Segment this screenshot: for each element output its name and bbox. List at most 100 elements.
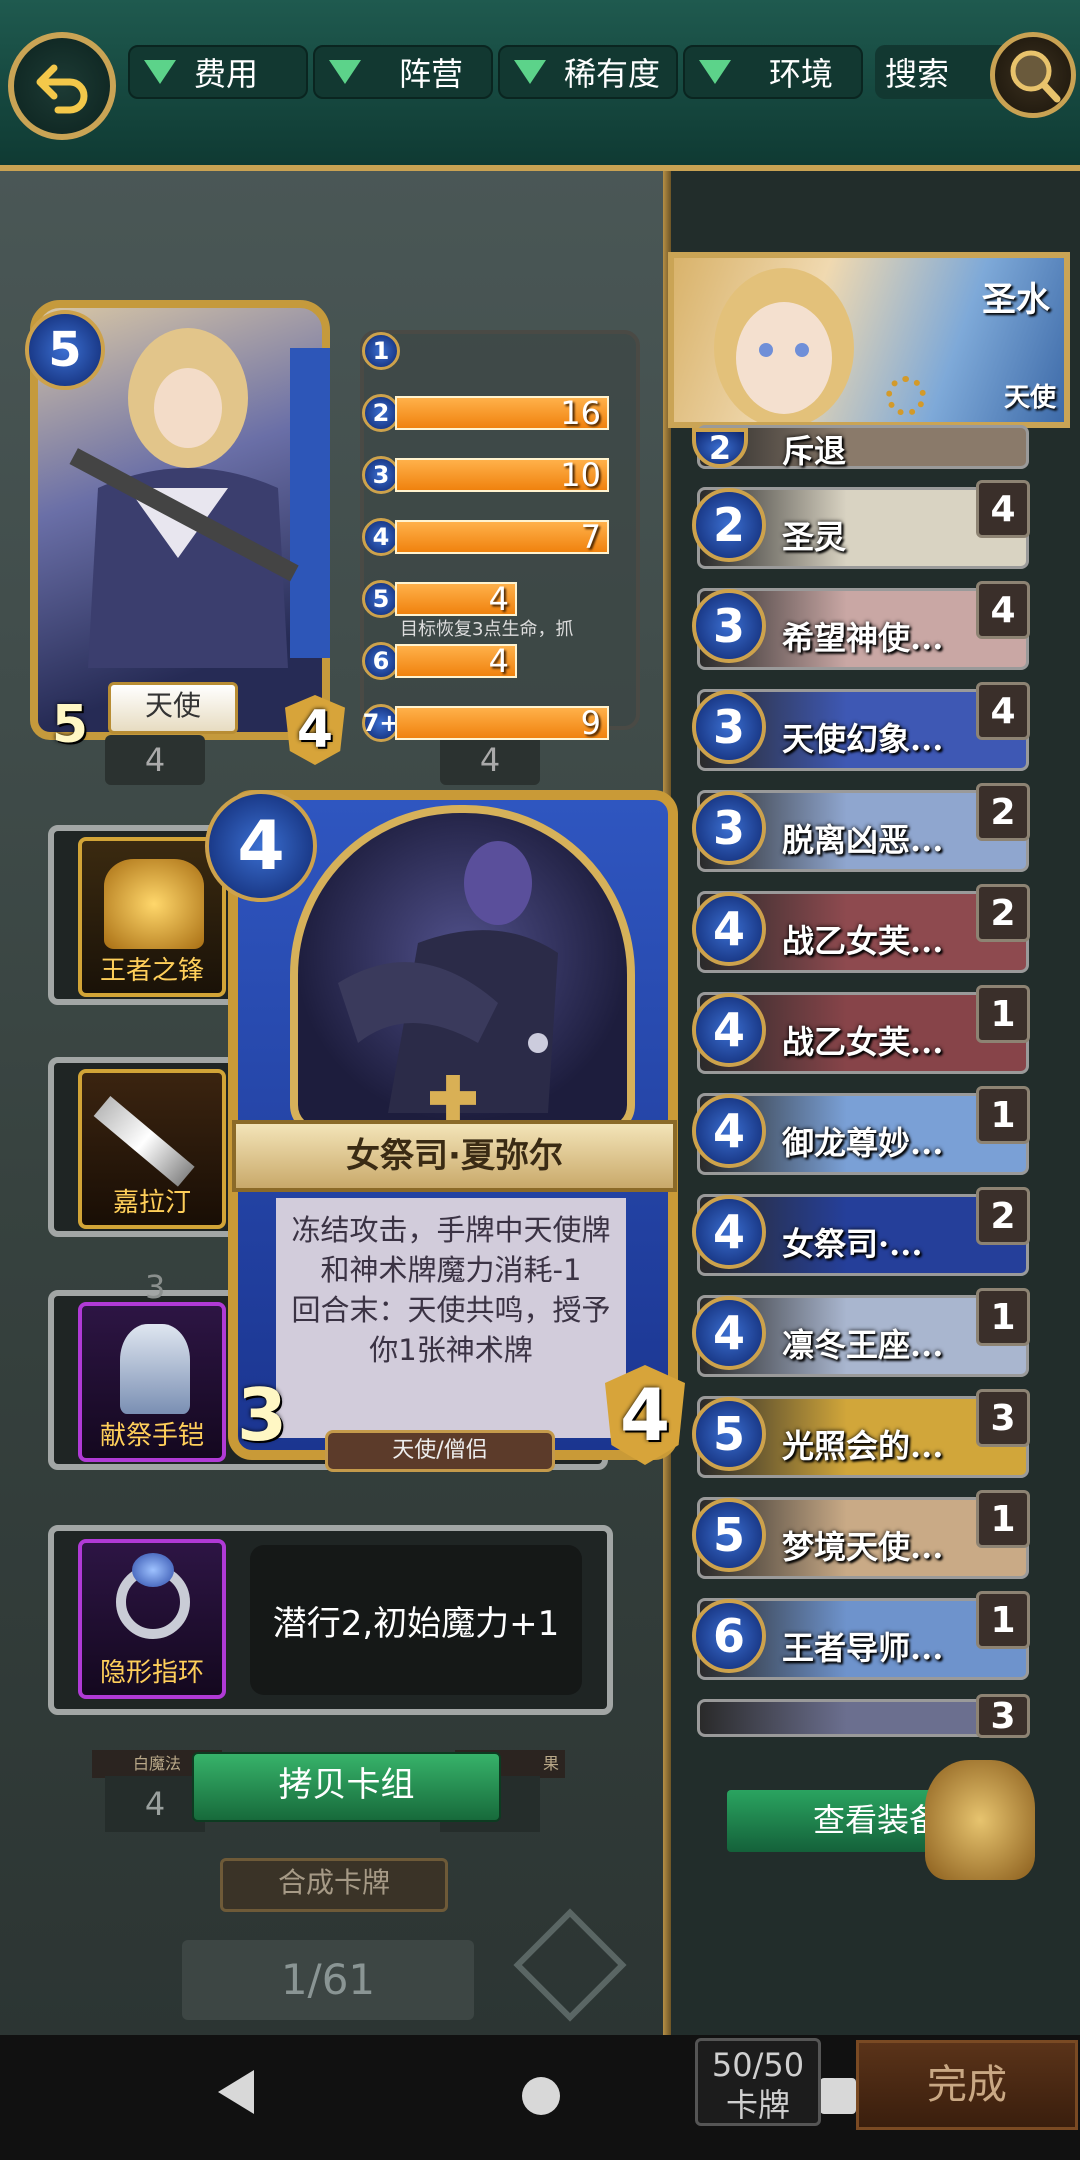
filter-environment[interactable]: 环境 (683, 45, 863, 99)
ring-icon: 隐形指环 (78, 1539, 226, 1699)
deck-card-row[interactable]: 4 战乙女芙... 1 (692, 985, 1030, 1074)
deck-hero-portrait[interactable]: 圣水 天使 (668, 252, 1070, 428)
page-indicator: 1/61 (182, 1940, 474, 2020)
dropdown-triangle-icon (329, 60, 361, 84)
deck-card-row[interactable]: 4 战乙女芙... 2 (692, 884, 1030, 973)
deck-card-name: 脱离凶恶... (782, 821, 944, 859)
back-button[interactable] (8, 32, 116, 140)
curve-bar: 4 (395, 582, 517, 616)
deck-card-cost-gem: 2 (692, 488, 766, 562)
slot-count: 4 (440, 735, 540, 785)
done-button[interactable]: 完成 (856, 2040, 1078, 2130)
deck-card-cost-gem: 3 (692, 690, 766, 764)
merge-cards-button[interactable]: 合成卡牌 (220, 1858, 448, 1912)
deck-card-count: 4 (976, 480, 1030, 538)
dropdown-triangle-icon (144, 60, 176, 84)
deck-card-count: 4 (976, 682, 1030, 740)
curve-bar: 4 (395, 644, 517, 678)
deck-card-count: 3 (976, 1389, 1030, 1447)
slot-count: 4 (105, 735, 205, 785)
hero-cost-gem: 5 (25, 310, 105, 390)
deck-card-cost-gem: 2 (692, 428, 748, 468)
background-number: 3 (145, 1268, 166, 1306)
equipment-description: 潜行2,初始魔力+1 (250, 1545, 582, 1695)
deck-card-name: 天使幻象... (782, 720, 944, 758)
deck-card-count: 1 (976, 985, 1030, 1043)
blade-icon: 嘉拉汀 (78, 1069, 226, 1229)
deck-card-cost-gem: 5 (692, 1498, 766, 1572)
deck-card-cost-gem: 5 (692, 1397, 766, 1471)
filter-cost[interactable]: 费用 (128, 45, 308, 99)
crown-sword-icon: 王者之锋 (78, 837, 226, 997)
deck-card-count: 2 (976, 783, 1030, 841)
card-art (290, 805, 635, 1135)
deck-card-row[interactable]: 2 斥退 (692, 425, 1029, 470)
deck-card-name: 战乙女芙... (782, 922, 944, 960)
nav-back-icon[interactable] (218, 2070, 254, 2114)
deck-card-name: 希望神使... (782, 619, 944, 657)
filter-rarity[interactable]: 稀有度 (498, 45, 678, 99)
deck-card-name: 战乙女芙... (782, 1023, 944, 1061)
copy-deck-button[interactable]: 拷贝卡组 (192, 1752, 501, 1822)
deck-hero-name: 圣水 (982, 280, 1050, 320)
deck-card-cost-gem: 4 (692, 993, 766, 1067)
curve-cost-gem: 1 (362, 332, 400, 370)
deck-card-row[interactable]: 5 梦境天使... 1 (692, 1490, 1030, 1579)
deck-card-count: 4 (976, 581, 1030, 639)
nav-recents-icon[interactable] (820, 2078, 856, 2114)
deck-card-name: 圣灵 (782, 518, 847, 556)
deck-card-row[interactable]: 3 (697, 1694, 1030, 1738)
gauntlet-icon: 献祭手铠 (78, 1302, 226, 1462)
nav-home-icon[interactable] (522, 2077, 560, 2115)
popup-card-type: 天使/僧侣 (325, 1430, 555, 1472)
curve-bar: 16 (395, 396, 609, 430)
deck-card-count: 50/50 卡牌 (695, 2038, 821, 2126)
curve-bar: 9 (395, 706, 609, 740)
deck-card-cost-gem: 4 (692, 1296, 766, 1370)
deck-card-count: 1 (976, 1490, 1030, 1548)
popup-cost-gem: 4 (205, 790, 317, 902)
hero-name: 天使 (108, 682, 238, 734)
gear-icon[interactable] (886, 376, 926, 416)
dropdown-triangle-icon (514, 60, 546, 84)
deck-card-count: 2 (976, 1187, 1030, 1245)
deck-card-row[interactable]: 4 女祭司·... 2 (692, 1187, 1030, 1276)
popup-attack: 3 (236, 1373, 288, 1457)
deck-card-cost-gem: 3 (692, 589, 766, 663)
deck-card-cost-gem: 6 (692, 1599, 766, 1673)
deck-card-row[interactable]: 4 御龙尊妙... 1 (692, 1086, 1030, 1175)
deck-card-cost-gem: 4 (692, 892, 766, 966)
deck-card-row[interactable]: 4 凛冬王座... 1 (692, 1288, 1030, 1377)
deck-card-row[interactable]: 2 圣灵 4 (692, 480, 1030, 569)
magnifier-icon (1010, 50, 1061, 103)
back-arrow-icon (36, 64, 88, 114)
deck-card-cost-gem: 3 (692, 791, 766, 865)
curve-bar: 10 (395, 458, 609, 492)
deck-card-row[interactable]: 3 希望神使... 4 (692, 581, 1030, 670)
deck-card-count: 1 (976, 1288, 1030, 1346)
deck-card-cost-gem: 4 (692, 1094, 766, 1168)
dropdown-triangle-icon (699, 60, 731, 84)
hero-attack: 5 (51, 695, 89, 755)
priestess-art (338, 841, 558, 1113)
search-button[interactable] (990, 32, 1076, 118)
filter-faction[interactable]: 阵营 (313, 45, 493, 99)
deck-card-cost-gem: 4 (692, 1195, 766, 1269)
popup-card-description: 冻结攻击，手牌中天使牌和神术牌魔力消耗-1 回合末：天使共鸣，授予你1张神术牌 (276, 1198, 626, 1438)
deck-card-row[interactable]: 5 光照会的... 3 (692, 1389, 1030, 1478)
deck-card-name: 梦境天使... (782, 1528, 944, 1566)
deck-card-row[interactable]: 6 王者导师... 1 (692, 1591, 1030, 1680)
deck-hero-class: 天使 (1003, 383, 1056, 413)
deck-card-row[interactable]: 3 天使幻象... 4 (692, 682, 1030, 771)
card-text-fragment: 目标恢复3点生命，抓 (400, 619, 574, 640)
deck-card-count: 3 (976, 1694, 1030, 1738)
helmet-icon (925, 1760, 1035, 1880)
deck-card-count: 2 (976, 884, 1030, 942)
deck-card-name: 御龙尊妙... (782, 1124, 944, 1162)
deck-card-name: 王者导师... (782, 1629, 944, 1667)
deck-card-count: 1 (976, 1591, 1030, 1649)
deck-card-name: 女祭司·... (782, 1225, 923, 1263)
deck-card-row[interactable]: 3 脱离凶恶... 2 (692, 783, 1030, 872)
background-number: 4 (105, 1776, 205, 1832)
popup-card-name: 女祭司·夏弥尔 (232, 1120, 677, 1192)
